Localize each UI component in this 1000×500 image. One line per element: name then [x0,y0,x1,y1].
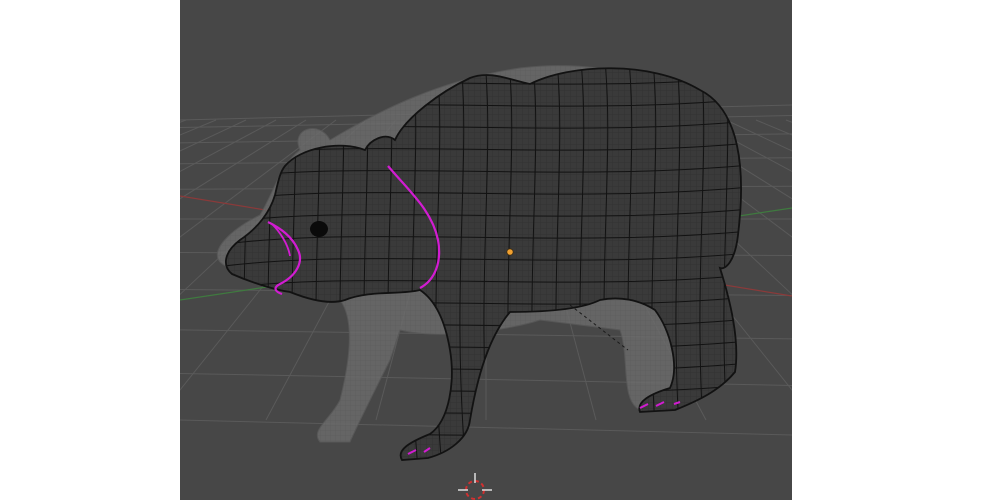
mesh-edge [225,427,742,445]
mesh-edge [225,68,742,71]
3d-viewport[interactable] [180,0,792,500]
page [0,0,1000,500]
grid-line [755,119,792,136]
bear-eye [310,221,328,237]
bear-mesh[interactable] [210,50,760,470]
grid-line [180,119,187,123]
3d-cursor-icon[interactable] [458,473,492,500]
grid-line [180,419,792,436]
grid-line [180,119,217,136]
viewport-canvas[interactable] [180,0,792,500]
grid-line [785,119,792,123]
object-origin-icon[interactable] [506,248,514,256]
